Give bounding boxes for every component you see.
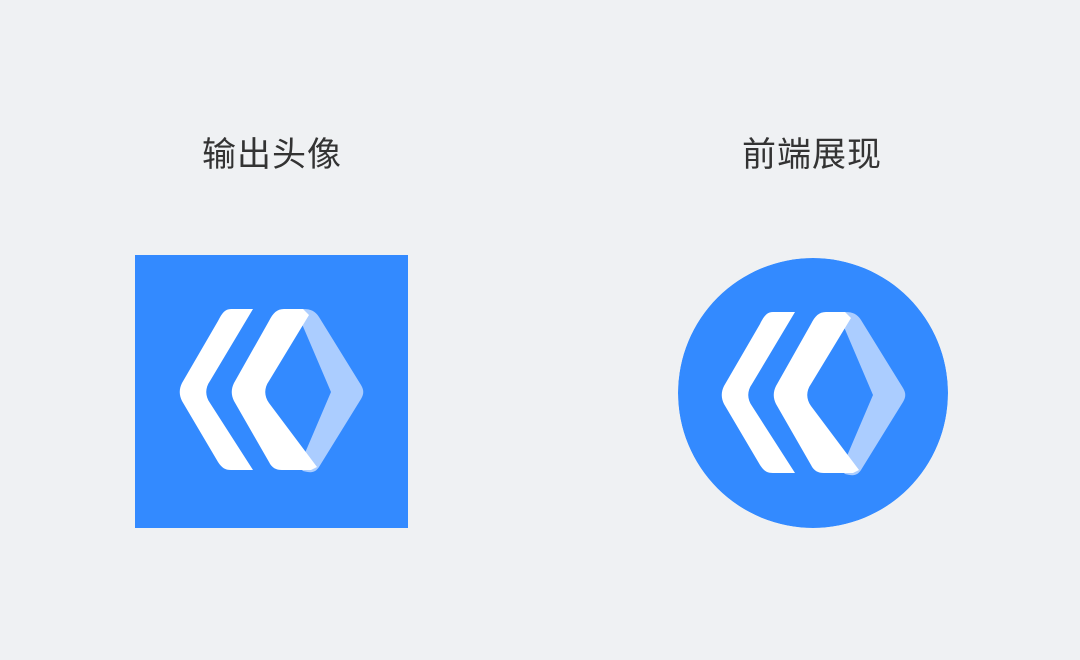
avatar-background	[135, 255, 408, 528]
square-avatar	[135, 255, 408, 528]
output-avatar-label: 输出头像	[202, 135, 342, 175]
frontend-display-label: 前端展现	[742, 135, 882, 175]
avatar-background	[678, 258, 948, 528]
brand-logo-icon	[135, 255, 408, 528]
brand-logo-icon	[678, 258, 948, 528]
circle-avatar	[678, 258, 948, 528]
